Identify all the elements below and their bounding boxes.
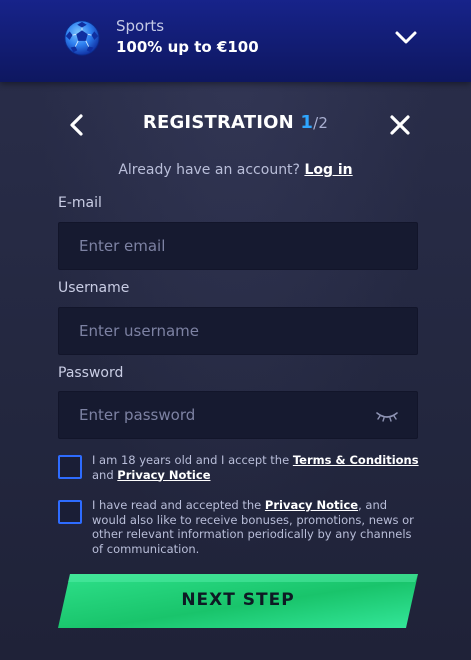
email-field-wrapper (58, 222, 418, 270)
promo-banner[interactable]: Sports 100% up to €100 (0, 0, 471, 82)
age-consent-text-before: I am 18 years old and I accept the (92, 453, 293, 467)
close-icon[interactable] (386, 111, 414, 139)
age-consent-text: I am 18 years old and I accept the Terms… (92, 453, 420, 482)
login-link[interactable]: Log in (304, 162, 352, 178)
chevron-down-icon[interactable] (393, 26, 419, 48)
password-field-wrapper (58, 391, 418, 439)
privacy-notice-link[interactable]: Privacy Notice (117, 468, 210, 482)
step-total: /2 (313, 114, 329, 132)
next-step-button[interactable]: NEXT STEP (58, 574, 418, 628)
login-prompt-row: Already have an account? Log in (0, 162, 471, 178)
terms-link[interactable]: Terms & Conditions (293, 453, 419, 467)
age-consent-text-mid: and (92, 467, 118, 482)
password-field[interactable] (59, 392, 417, 438)
registration-page: Sports 100% up to €100 REGISTRATION 1/2 … (0, 0, 471, 660)
email-field[interactable] (59, 223, 417, 269)
age-consent-checkbox[interactable] (58, 455, 82, 479)
username-field-wrapper (58, 307, 418, 355)
step-current: 1 (300, 112, 314, 133)
eye-closed-icon[interactable] (375, 407, 399, 425)
privacy-notice-link-2[interactable]: Privacy Notice (265, 498, 358, 512)
promo-category: Sports (116, 17, 165, 35)
title-text: REGISTRATION (142, 112, 294, 133)
email-label: E-mail (58, 195, 102, 211)
password-label: Password (58, 365, 124, 381)
promo-offer: 100% up to €100 (116, 38, 259, 56)
username-label: Username (58, 280, 130, 296)
marketing-consent-text-before: I have read and accepted the (92, 498, 265, 512)
marketing-consent-checkbox[interactable] (58, 500, 82, 524)
marketing-consent-text: I have read and accepted the Privacy Not… (92, 498, 420, 556)
login-prompt: Already have an account? (118, 162, 300, 178)
next-step-label: NEXT STEP (181, 590, 295, 610)
soccer-ball-icon (64, 20, 100, 56)
username-field[interactable] (59, 308, 417, 354)
